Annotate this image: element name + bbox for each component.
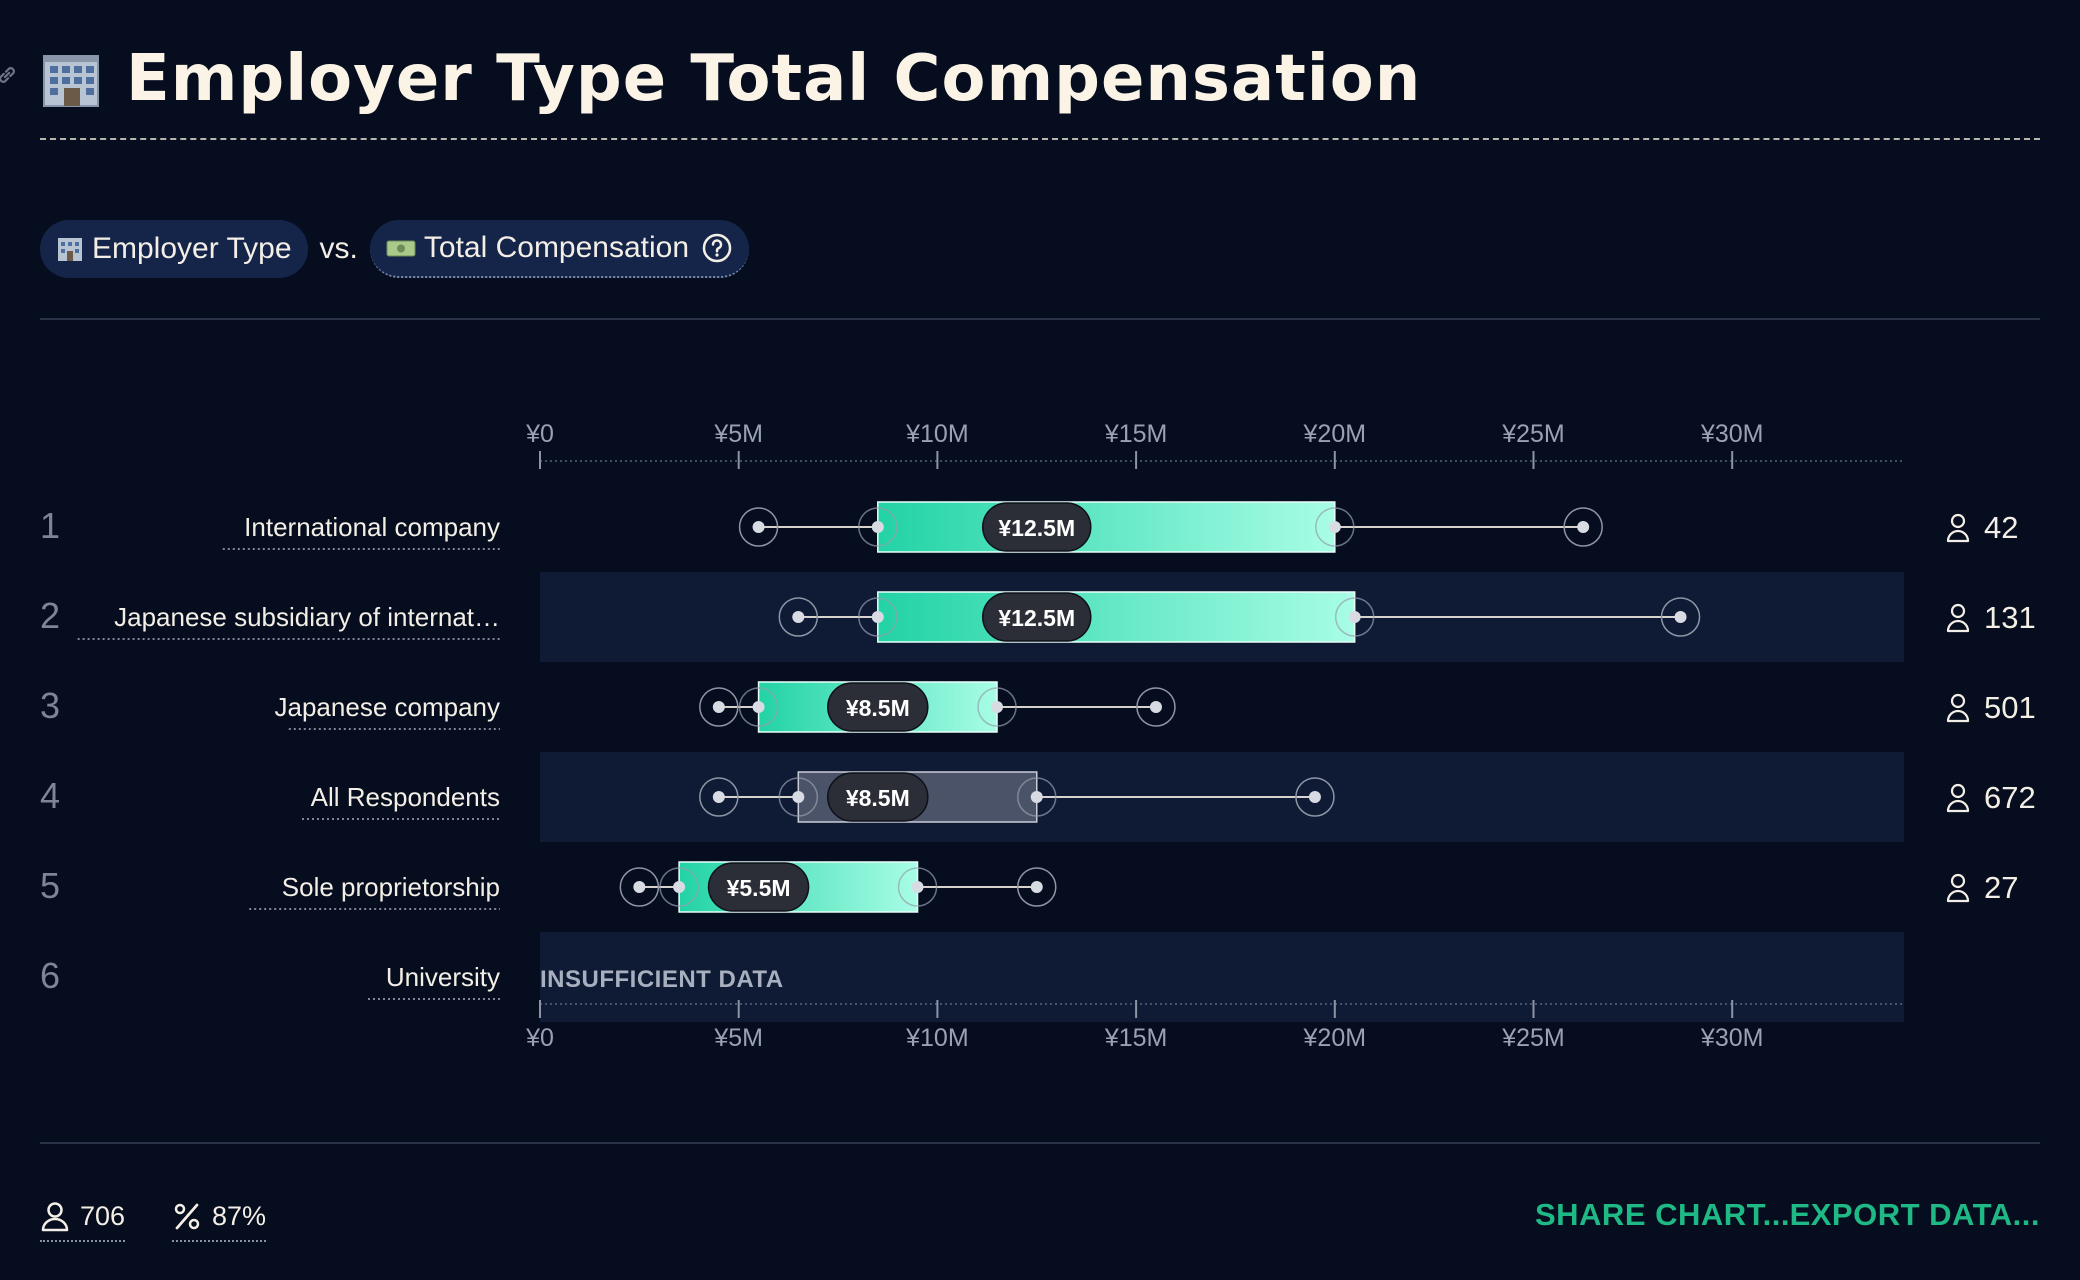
whisker-high-point[interactable]	[1030, 881, 1043, 893]
q1-point[interactable]	[752, 701, 765, 713]
row-respondent-count: 27	[1984, 870, 2018, 905]
row-rank: 6	[40, 955, 60, 996]
insufficient-data-label: INSUFFICIENT DATA	[540, 966, 784, 993]
whisker-high-point[interactable]	[1149, 701, 1162, 713]
axis-tick-label: ¥25M	[1501, 1024, 1565, 1052]
export-data-button[interactable]: EXPORT DATA...	[1790, 1194, 2040, 1236]
versus-text: vs.	[319, 232, 358, 265]
respondent-count-value: 706	[80, 1200, 126, 1231]
employer-type-pill[interactable]: Employer Type	[40, 220, 308, 278]
q1-point[interactable]	[871, 611, 884, 623]
q3-point[interactable]	[991, 701, 1004, 713]
row-label[interactable]: University	[386, 962, 500, 992]
axis-tick-label: ¥0	[525, 420, 554, 448]
person-icon	[41, 1202, 69, 1232]
median-label: ¥8.5M	[846, 785, 910, 811]
row-respondent-count: 672	[1984, 780, 2036, 815]
title-area: Employer Type Total Compensation	[40, 40, 2040, 140]
row-label[interactable]: All Respondents	[311, 782, 500, 812]
whisker-low-point[interactable]	[752, 521, 765, 533]
row-respondent-icon	[1946, 783, 1970, 813]
axis-tick-label: ¥20M	[1303, 420, 1367, 448]
row-respondent-count: 131	[1984, 600, 2036, 635]
row-respondent-icon	[1946, 873, 1970, 903]
axis-tick-label: ¥25M	[1501, 420, 1565, 448]
axis-tick-label: ¥30M	[1700, 420, 1764, 448]
axis-tick-label: ¥10M	[905, 1024, 969, 1052]
link-icon[interactable]	[0, 62, 20, 88]
share-chart-button[interactable]: SHARE CHART...	[1535, 1194, 1790, 1236]
axis-tick-label: ¥30M	[1700, 1024, 1764, 1052]
page-title: Employer Type Total Compensation	[126, 42, 1422, 116]
axis-tick-label: ¥0	[525, 1024, 554, 1052]
axis-tick-label: ¥5M	[713, 1024, 763, 1052]
row-label[interactable]: International company	[244, 512, 500, 542]
header-divider	[40, 318, 2040, 320]
iqr-box[interactable]	[877, 501, 1336, 553]
whisker-high-point[interactable]	[1674, 611, 1687, 623]
median-label: ¥5.5M	[727, 875, 791, 901]
employer-type-label: Employer Type	[92, 232, 292, 265]
median-label: ¥8.5M	[846, 695, 910, 721]
axis-tick-label: ¥10M	[905, 420, 969, 448]
q1-point[interactable]	[871, 521, 884, 533]
axis-tick-label: ¥5M	[713, 420, 763, 448]
row-respondent-count: 501	[1984, 690, 2036, 725]
row-rank: 5	[40, 865, 60, 906]
whisker-low-point[interactable]	[712, 701, 725, 713]
row-respondent-icon	[1946, 513, 1970, 543]
axis-tick-label: ¥20M	[1303, 1024, 1367, 1052]
total-compensation-pill[interactable]: Total Compensation	[369, 220, 750, 278]
whisker-high-point[interactable]	[1577, 521, 1590, 533]
percent-icon	[174, 1203, 200, 1230]
respondent-count[interactable]: 706	[40, 1194, 126, 1242]
row-respondent-count: 42	[1984, 510, 2018, 545]
row-label[interactable]: Japanese company	[275, 692, 500, 722]
footer-divider	[40, 1142, 2040, 1144]
variable-selector: Employer Type vs. Total Compensation	[40, 220, 750, 278]
row-rank: 1	[40, 505, 60, 546]
iqr-box[interactable]	[877, 591, 1356, 643]
total-compensation-label: Total Compensation	[423, 231, 690, 264]
row-rank: 3	[40, 685, 60, 726]
q1-point[interactable]	[673, 881, 686, 893]
q3-point[interactable]	[1328, 521, 1341, 533]
axis-tick-label: ¥15M	[1104, 420, 1168, 448]
office-building-icon	[43, 55, 99, 107]
whisker-high-point[interactable]	[1308, 791, 1321, 803]
q3-point[interactable]	[911, 881, 924, 893]
response-rate-value: 87%	[212, 1200, 267, 1231]
response-rate[interactable]: 87%	[172, 1194, 267, 1242]
help-circle-icon[interactable]	[701, 232, 733, 264]
median-label: ¥12.5M	[998, 515, 1075, 541]
box-plot-chart: ¥0 ¥5M ¥10M ¥15M ¥20M ¥25M ¥30M ¥0 ¥5M ¥10M ¥15M ¥2…	[40, 420, 2036, 1052]
row-label[interactable]: Sole proprietorship	[282, 872, 500, 902]
money-icon	[386, 240, 416, 257]
axis-tick-label: ¥15M	[1104, 1024, 1168, 1052]
row-respondent-icon	[1946, 603, 1970, 633]
row-rank: 4	[40, 775, 60, 816]
row-respondent-icon	[1946, 693, 1970, 723]
q1-point[interactable]	[792, 791, 805, 803]
median-label: ¥12.5M	[998, 605, 1075, 631]
row-rank: 2	[40, 595, 60, 636]
whisker-low-point[interactable]	[633, 881, 646, 893]
whisker-low-point[interactable]	[792, 611, 805, 623]
q3-point[interactable]	[1030, 791, 1043, 803]
office-building-icon	[58, 238, 82, 261]
row-label[interactable]: Japanese subsidiary of internat…	[114, 602, 500, 632]
q3-point[interactable]	[1348, 611, 1361, 623]
whisker-low-point[interactable]	[712, 791, 725, 803]
